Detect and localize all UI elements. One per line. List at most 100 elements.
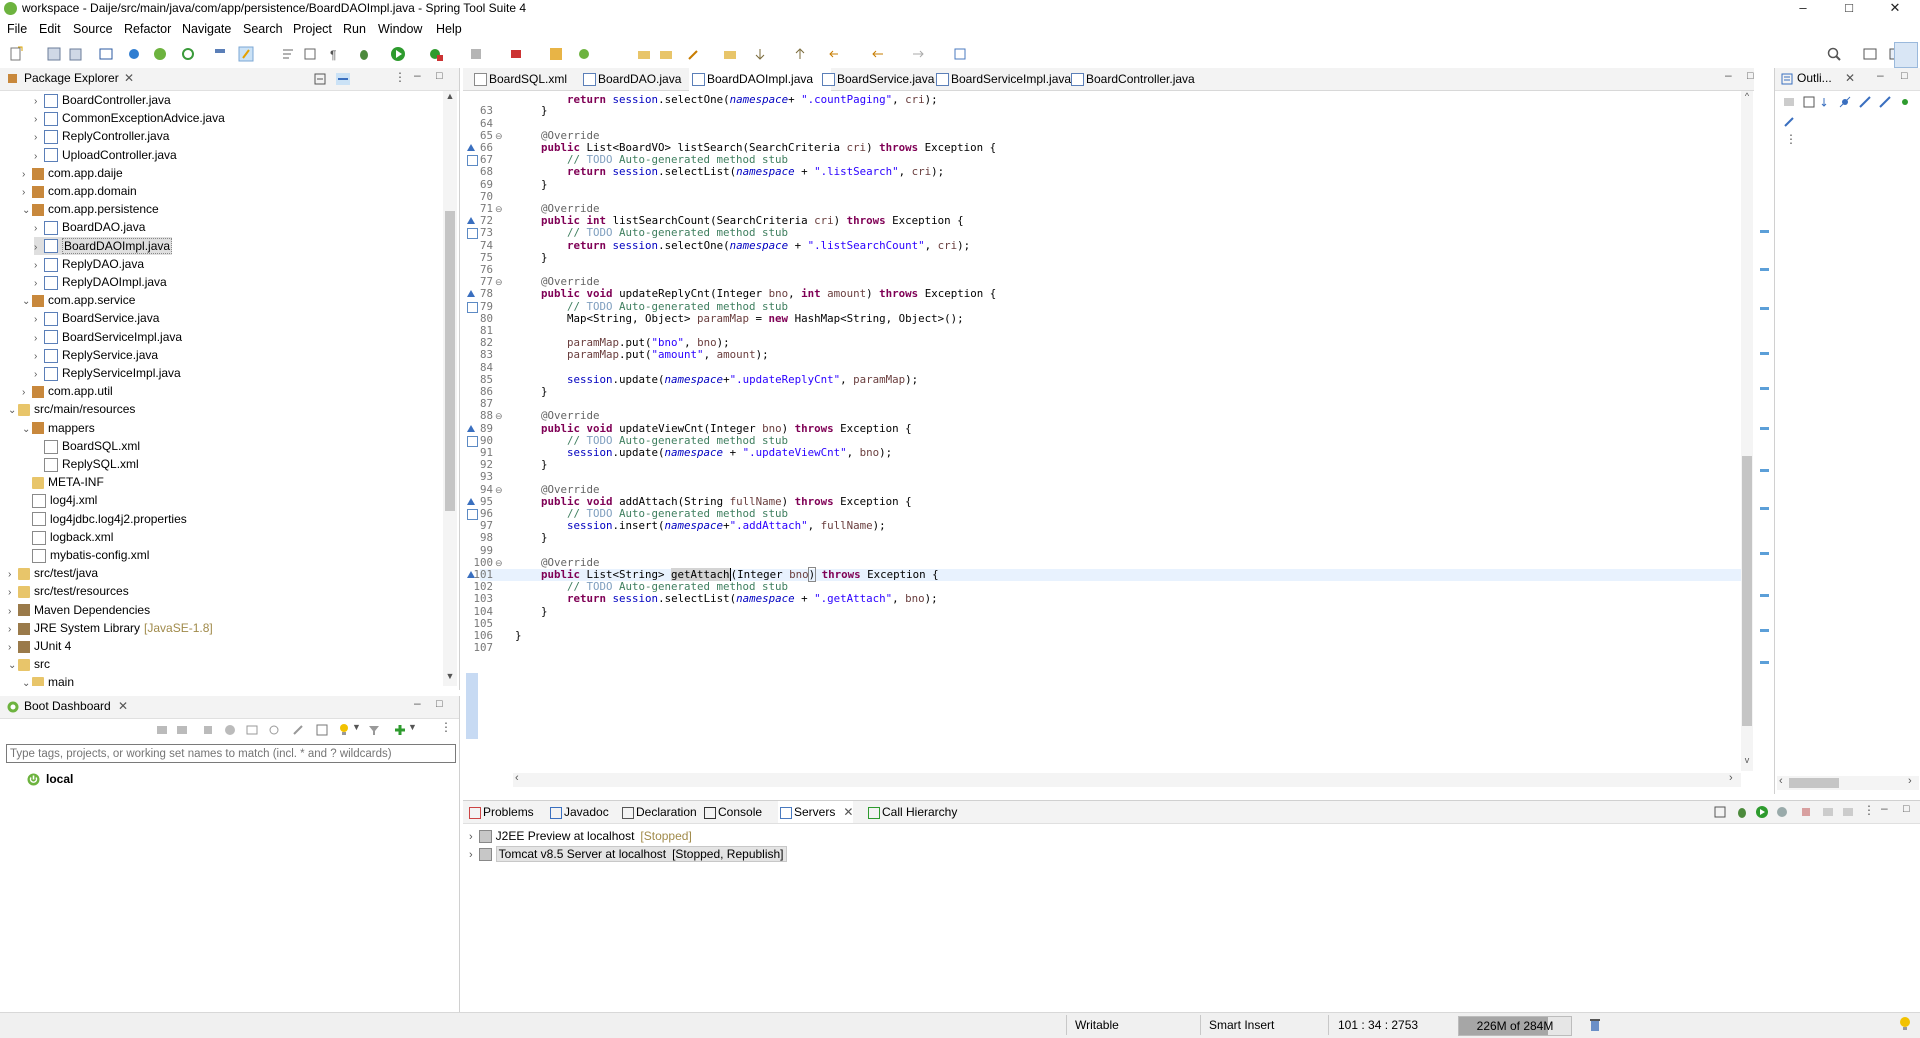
pin-editor-icon[interactable]: [952, 46, 968, 62]
tree-item-main[interactable]: ⌄ main: [22, 673, 74, 686]
tree-item-jre-system-library[interactable]: › JRE System Library [JavaSE-1.8]: [8, 619, 213, 637]
maximize-view-icon[interactable]: □: [1903, 803, 1910, 815]
menu-file[interactable]: File: [7, 22, 27, 36]
tree-item-src-test-java[interactable]: › src/test/java: [8, 564, 98, 582]
mark-occurrences-icon[interactable]: [238, 46, 254, 62]
last-edit-location-icon[interactable]: [826, 46, 842, 62]
occurrence-mark[interactable]: [1760, 594, 1769, 597]
chevron-down-icon[interactable]: ⌄: [8, 402, 18, 420]
tree-item-replydaoimpl-java[interactable]: › ReplyDAOImpl.java: [34, 273, 167, 291]
next-annotation-icon[interactable]: [752, 46, 768, 62]
tree-item-log4jdbc-log4j2-properties[interactable]: log4jdbc.log4j2.properties: [22, 510, 187, 528]
tree-item-commonexceptionadvice-java[interactable]: › CommonExceptionAdvice.java: [34, 109, 225, 127]
override-marker-icon[interactable]: [467, 290, 475, 298]
scroll-up-arrow-icon[interactable]: ^: [1741, 91, 1753, 101]
chevron-right-icon[interactable]: ›: [469, 849, 473, 861]
lightbulb-icon[interactable]: [338, 723, 350, 737]
server-row[interactable]: › J2EE Preview at localhost [Stopped]: [469, 827, 692, 845]
bottom-tab-problems[interactable]: Problems: [467, 801, 534, 823]
filter-icon[interactable]: [368, 724, 380, 736]
editor-tab-boardservice-java[interactable]: BoardService.java: [819, 68, 934, 90]
scroll-right-arrow-icon[interactable]: ›: [1908, 775, 1912, 787]
tree-item-com-app-util[interactable]: › com.app.util: [22, 382, 113, 400]
tree-item-com-app-daije[interactable]: › com.app.daije: [22, 164, 123, 182]
tree-item-replysql-xml[interactable]: ReplySQL.xml: [34, 455, 139, 473]
boot-dashboard-filter-input[interactable]: [6, 744, 456, 763]
scroll-up-arrow-icon[interactable]: ▲: [443, 91, 457, 101]
occurrence-mark[interactable]: [1760, 387, 1769, 390]
open-browser-icon[interactable]: [224, 724, 236, 736]
close-button[interactable]: ✕: [1872, 0, 1918, 18]
tree-item-boarddao-java[interactable]: › BoardDAO.java: [34, 218, 145, 236]
editor-vertical-scrollbar[interactable]: ^ v: [1741, 91, 1753, 771]
new-server-icon[interactable]: [548, 46, 564, 62]
maximize-view-icon[interactable]: □: [436, 698, 443, 710]
menu-help[interactable]: Help: [436, 22, 462, 36]
forward-icon[interactable]: [910, 46, 926, 62]
tree-item-maven-dependencies[interactable]: › Maven Dependencies: [8, 601, 150, 619]
editor-tab-boardserviceimpl-java[interactable]: BoardServiceImpl.java: [933, 68, 1071, 90]
fold-collapse-icon[interactable]: ⊖: [495, 276, 503, 288]
close-view-icon[interactable]: ✕: [124, 71, 134, 85]
start-server-icon[interactable]: [1755, 805, 1769, 819]
chevron-down-icon[interactable]: ▼: [408, 722, 417, 732]
word-wrap-icon[interactable]: [280, 46, 296, 62]
scroll-left-arrow-icon[interactable]: ‹: [515, 772, 519, 784]
garbage-collect-icon[interactable]: [1588, 1018, 1602, 1032]
tree-item-logback-xml[interactable]: logback.xml: [22, 528, 113, 546]
chevron-down-icon[interactable]: ⌄: [8, 657, 18, 675]
tree-item-com-app-persistence[interactable]: ⌄ com.app.persistence: [22, 200, 159, 218]
occurrence-mark[interactable]: [1760, 307, 1769, 310]
tree-item-mappers[interactable]: ⌄ mappers: [22, 419, 95, 437]
open-perspective-icon[interactable]: [1862, 46, 1878, 62]
local-target-label[interactable]: local: [46, 772, 73, 786]
tree-item-boarddaoimpl-java[interactable]: › BoardDAOImpl.java: [34, 236, 173, 255]
package-tree-scrollbar[interactable]: ▲ ▼: [443, 91, 457, 686]
tree-item-mybatis-config-xml[interactable]: mybatis-config.xml: [22, 546, 149, 564]
add-icon[interactable]: [394, 724, 406, 736]
minimize-editor-icon[interactable]: –: [1725, 68, 1732, 82]
publish-icon[interactable]: [1821, 805, 1835, 819]
view-menu-icon[interactable]: ⋮: [1863, 803, 1875, 817]
override-marker-icon[interactable]: [467, 497, 475, 505]
close-tab-icon[interactable]: ✕: [843, 805, 853, 819]
view-menu-icon[interactable]: ⋮: [440, 720, 452, 734]
editor-tab-boardsql-xml[interactable]: BoardSQL.xml: [471, 68, 567, 90]
occurrence-mark[interactable]: [1760, 230, 1769, 233]
occurrence-mark[interactable]: [1760, 507, 1769, 510]
tree-item-replycontroller-java[interactable]: › ReplyController.java: [34, 127, 169, 145]
menu-run[interactable]: Run: [343, 22, 366, 36]
minimize-view-icon[interactable]: –: [414, 696, 421, 710]
minimize-view-icon[interactable]: –: [1881, 801, 1888, 815]
tree-item-com-app-domain[interactable]: › com.app.domain: [22, 182, 137, 200]
stop-server-icon[interactable]: [1799, 805, 1813, 819]
tree-item-replydao-java[interactable]: › ReplyDAO.java: [34, 255, 144, 273]
properties-icon[interactable]: [316, 724, 328, 736]
fold-collapse-icon[interactable]: ⊖: [495, 203, 503, 215]
task-marker-icon[interactable]: [467, 435, 478, 447]
block-selection-icon[interactable]: [302, 46, 318, 62]
back-icon[interactable]: [870, 46, 886, 62]
fold-collapse-icon[interactable]: ⊖: [495, 484, 503, 496]
profile-server-icon[interactable]: [1775, 805, 1789, 819]
server-row[interactable]: › Tomcat v8.5 Server at localhost [Stopped…: [469, 845, 787, 863]
task-marker-icon[interactable]: [467, 155, 478, 167]
stop-icon[interactable]: [468, 46, 484, 62]
refresh-icon[interactable]: [180, 46, 196, 62]
chevron-down-icon[interactable]: ⌄: [22, 675, 32, 686]
view-menu-icon[interactable]: ⋮: [394, 70, 406, 84]
fold-collapse-icon[interactable]: ⊖: [495, 130, 503, 142]
fold-collapse-icon[interactable]: ⊖: [495, 410, 503, 422]
menu-search[interactable]: Search: [243, 22, 283, 36]
run-icon[interactable]: [390, 46, 406, 62]
bottom-tab-console[interactable]: Console: [702, 801, 762, 823]
search-tools-icon[interactable]: [686, 46, 702, 62]
bottom-tab-call-hierarchy[interactable]: Call Hierarchy: [866, 801, 957, 823]
heap-status[interactable]: 226M of 284M: [1458, 1016, 1572, 1036]
tree-item-boardsql-xml[interactable]: BoardSQL.xml: [34, 437, 140, 455]
tree-item-src-main-resources[interactable]: ⌄ src/main/resources: [8, 400, 135, 418]
chevron-down-icon[interactable]: ⌄: [22, 293, 32, 311]
menu-window[interactable]: Window: [378, 22, 422, 36]
deploy-icon[interactable]: [508, 46, 524, 62]
editor-tab-boarddaoimpl-java[interactable]: BoardDAOImpl.java✕: [689, 68, 832, 91]
